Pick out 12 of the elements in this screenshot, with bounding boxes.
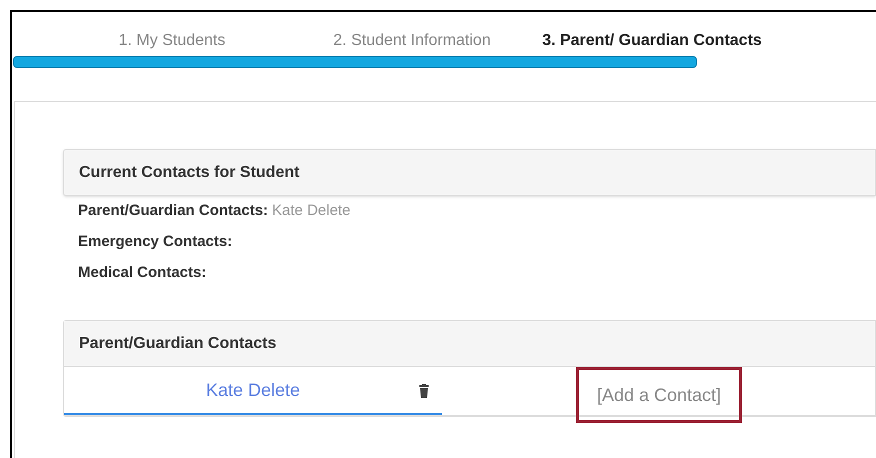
- step-label[interactable]: 3. Parent/ Guardian Contacts: [532, 29, 772, 56]
- contact-tab[interactable]: Kate Delete: [64, 367, 442, 415]
- contact-type-label: Emergency Contacts:: [78, 232, 232, 252]
- trash-icon[interactable]: [418, 384, 430, 398]
- step-label[interactable]: 2. Student Information: [292, 29, 532, 56]
- step-label[interactable]: 1. My Students: [52, 29, 292, 56]
- panel-title: Current Contacts for Student: [79, 162, 300, 182]
- add-contact-tab[interactable]: [Add a Contact]: [576, 367, 742, 423]
- contact-name: Kate Delete: [272, 200, 350, 221]
- contact-type-label: Medical Contacts:: [78, 262, 206, 283]
- panel-title: Parent/Guardian Contacts: [79, 334, 276, 354]
- contact-type-label: Parent/Guardian Contacts:: [78, 200, 268, 221]
